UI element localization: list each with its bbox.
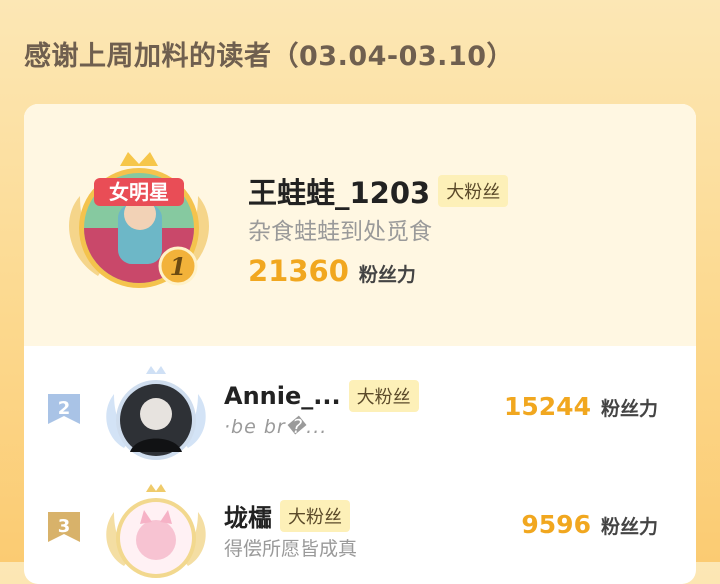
top-fan-badge: 女明星 1 bbox=[68, 152, 210, 288]
score-unit: 粉丝力 bbox=[358, 264, 416, 286]
page-title: 感谢上周加料的读者（03.04-03.10） bbox=[24, 41, 515, 72]
fan-subtitle-2: ·be br�... bbox=[224, 416, 328, 438]
top-fan-name-row: 王蛙蛙_1203 大粉丝 bbox=[248, 170, 509, 212]
fan-score-3: 9596 bbox=[521, 510, 591, 539]
top-fan-section[interactable]: 女明星 1 王蛙蛙_1203 大粉丝 杂食蛙蛙到处觅食 21360 粉丝力 bbox=[24, 104, 696, 346]
rank-ribbon-icon: 3 bbox=[48, 512, 80, 542]
score-unit: 粉丝力 bbox=[600, 516, 658, 538]
fan-row-2[interactable]: 2 Annie_... 大粉丝 ·be br�... 15244 粉丝力 bbox=[24, 354, 696, 464]
fan-row-3[interactable]: 3 垅櫺 大粉丝 得偿所愿皆成真 9596 粉丝力 bbox=[24, 472, 696, 582]
top-fan-score-row: 21360 粉丝力 bbox=[248, 254, 416, 288]
fan-avatar-2 bbox=[106, 366, 206, 460]
rank-ribbon-icon: 2 bbox=[48, 394, 80, 424]
fan-score-row-2: 15244 粉丝力 bbox=[504, 392, 658, 421]
top-fan-subtitle: 杂食蛙蛙到处觅食 bbox=[248, 219, 432, 245]
top-fan-name[interactable]: 王蛙蛙_1203 bbox=[248, 170, 430, 212]
fan-subtitle-3: 得偿所愿皆成真 bbox=[224, 538, 358, 560]
top-fan-score: 21360 bbox=[248, 254, 349, 288]
fan-name-line-3: 垅櫺 大粉丝 bbox=[224, 498, 350, 533]
fan-name-line-2: Annie_... 大粉丝 bbox=[224, 380, 419, 412]
fan-rank-2: 2 bbox=[58, 398, 71, 419]
fan-level-tag: 大粉丝 bbox=[348, 380, 419, 412]
fan-score-2: 15244 bbox=[504, 392, 591, 421]
fan-avatar-3 bbox=[106, 484, 206, 578]
fan-name-2[interactable]: Annie_... bbox=[224, 382, 341, 410]
score-unit: 粉丝力 bbox=[600, 398, 658, 420]
fan-score-row-3: 9596 粉丝力 bbox=[521, 510, 658, 539]
top-fan-rank: 1 bbox=[170, 252, 187, 281]
fan-level-tag: 大粉丝 bbox=[280, 499, 350, 532]
fan-rank-3: 3 bbox=[58, 516, 71, 537]
top-fan-badge-title: 女明星 bbox=[109, 180, 169, 204]
fan-level-tag: 大粉丝 bbox=[438, 175, 509, 207]
fan-name-3[interactable]: 垅櫺 bbox=[224, 498, 272, 533]
fan-ranking-card: 女明星 1 王蛙蛙_1203 大粉丝 杂食蛙蛙到处觅食 21360 粉丝力 2 bbox=[24, 104, 696, 584]
